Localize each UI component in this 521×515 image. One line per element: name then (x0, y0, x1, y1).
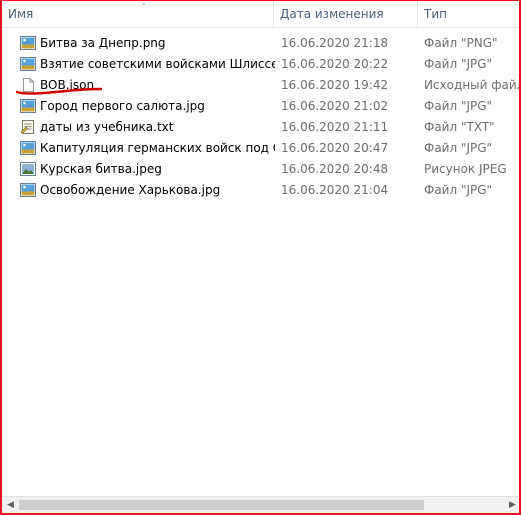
column-header-date[interactable]: Дата изменения (274, 1, 417, 27)
file-explorer-window: ⌄ Имя Дата изменения Тип Битва за Днепр.… (0, 0, 521, 515)
image-icon (20, 99, 36, 113)
image-icon (20, 36, 36, 50)
file-type: Файл "JPG" (424, 183, 493, 197)
file-type: Файл "JPG" (424, 141, 493, 155)
file-type: Исходный файл J (424, 78, 521, 92)
file-row[interactable]: Взятие советскими войсками Шлиссел... 16… (2, 54, 519, 75)
file-name: Битва за Днепр.png (40, 36, 166, 50)
file-row[interactable]: Курская битва.jpeg 16.06.2020 20:48 Рису… (2, 159, 519, 180)
file-date: 16.06.2020 19:42 (281, 78, 389, 92)
column-header-bar: ⌄ Имя Дата изменения Тип (2, 1, 519, 28)
file-row[interactable]: Освобождение Харькова.jpg 16.06.2020 21:… (2, 180, 519, 201)
column-header-name-label: Имя (8, 7, 34, 21)
file-row[interactable]: Капитуляция германских войск под Ст... 1… (2, 138, 519, 159)
scroll-left-icon[interactable]: ◀ (2, 497, 19, 513)
file-name: Освобождение Харькова.jpg (40, 183, 221, 197)
file-name: Взятие советскими войсками Шлиссел... (40, 57, 275, 71)
file-date: 16.06.2020 21:04 (281, 183, 389, 197)
file-type: Файл "JPG" (424, 57, 493, 71)
file-date: 16.06.2020 21:02 (281, 99, 389, 113)
file-row[interactable]: Битва за Днепр.png 16.06.2020 21:18 Файл… (2, 33, 519, 54)
file-date: 16.06.2020 20:47 (281, 141, 389, 155)
column-header-date-label: Дата изменения (280, 7, 384, 21)
file-date: 16.06.2020 21:11 (281, 120, 389, 134)
file-type: Файл "TXT" (424, 120, 495, 134)
column-header-name[interactable]: Имя (2, 1, 273, 27)
image-icon (20, 57, 36, 71)
file-date: 16.06.2020 21:18 (281, 36, 389, 50)
file-type: Файл "PNG" (424, 36, 498, 50)
file-name: Капитуляция германских войск под Ст... (40, 141, 275, 155)
scroll-right-icon[interactable]: ▶ (504, 497, 519, 513)
column-header-type-label: Тип (424, 7, 447, 21)
file-row[interactable]: Город первого салюта.jpg 16.06.2020 21:0… (2, 96, 519, 117)
file-date: 16.06.2020 20:22 (281, 57, 389, 71)
file-name: Город первого салюта.jpg (40, 99, 205, 113)
scrollbar-thumb[interactable] (19, 500, 424, 510)
file-type: Файл "JPG" (424, 99, 493, 113)
file-name: даты из учебника.txt (40, 120, 174, 134)
jpeg-icon (20, 162, 36, 176)
file-row[interactable]: даты из учебника.txt 16.06.2020 21:11 Фа… (2, 117, 519, 138)
file-name: Курская битва.jpeg (40, 162, 162, 176)
text-file-icon (20, 120, 34, 134)
file-type: Рисунок JPEG (424, 162, 507, 176)
column-header-type[interactable]: Тип (418, 1, 519, 27)
red-underline-annotation (16, 87, 102, 95)
image-icon (20, 183, 36, 197)
file-date: 16.06.2020 20:48 (281, 162, 389, 176)
image-icon (20, 141, 36, 155)
horizontal-scrollbar[interactable]: ◀ ▶ (2, 496, 519, 513)
